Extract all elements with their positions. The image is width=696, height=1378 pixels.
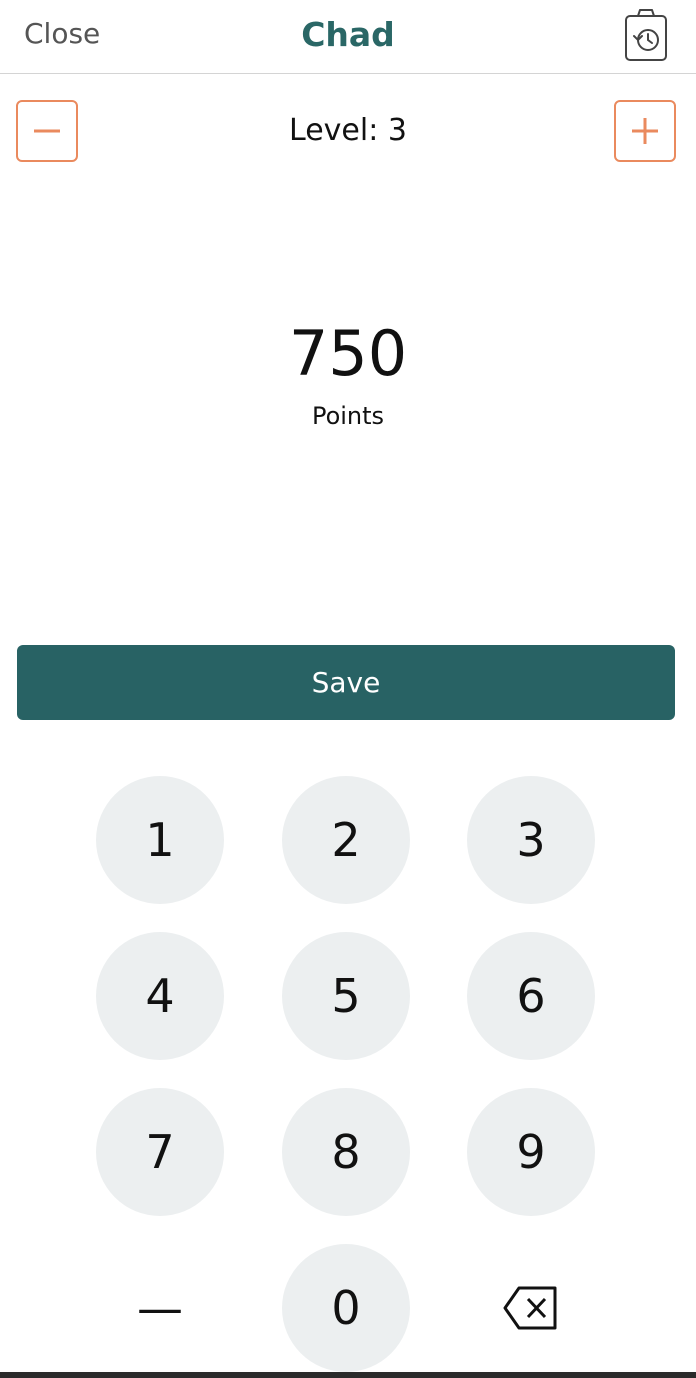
keypad-key-5[interactable]: 5 xyxy=(282,932,410,1060)
keypad-key-4[interactable]: 4 xyxy=(96,932,224,1060)
backspace-button[interactable] xyxy=(467,1244,595,1372)
level-label: Level: 3 xyxy=(289,113,407,148)
keypad-key-9[interactable]: 9 xyxy=(467,1088,595,1216)
page-title: Chad xyxy=(301,15,395,54)
keypad-key-1[interactable]: 1 xyxy=(96,776,224,904)
keypad-key-0[interactable]: 0 xyxy=(282,1244,410,1372)
plus-icon xyxy=(632,118,658,144)
keypad-key-3[interactable]: 3 xyxy=(467,776,595,904)
backspace-icon xyxy=(503,1286,557,1330)
save-button[interactable]: Save xyxy=(17,645,675,720)
keypad-key-2[interactable]: 2 xyxy=(282,776,410,904)
points-editor-screen: Close Chad Level: 3 750 Points Save 1 2 … xyxy=(0,0,696,1378)
bottom-edge-bar xyxy=(0,1372,696,1378)
keypad-key-7[interactable]: 7 xyxy=(96,1088,224,1216)
keypad-key-8[interactable]: 8 xyxy=(282,1088,410,1216)
header-bar: Close Chad xyxy=(0,0,696,74)
level-increment-button[interactable] xyxy=(614,100,676,162)
points-label: Points xyxy=(311,402,385,430)
points-value: 750 xyxy=(288,317,408,390)
clipboard-history-icon[interactable] xyxy=(622,6,670,64)
keypad-key-6[interactable]: 6 xyxy=(467,932,595,1060)
keypad-key-minus[interactable]: — xyxy=(96,1244,224,1372)
